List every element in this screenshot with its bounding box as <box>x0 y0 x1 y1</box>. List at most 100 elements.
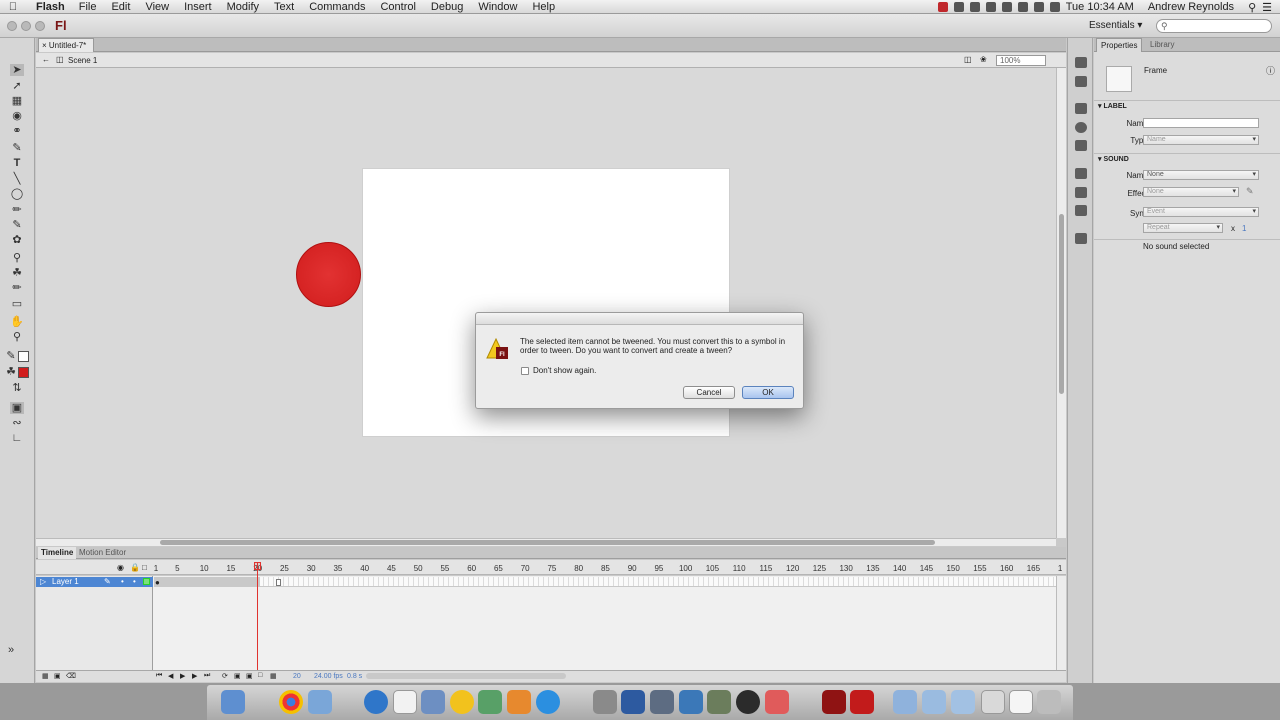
help-search-input[interactable]: ⚲ <box>1156 19 1272 33</box>
frame-number[interactable]: 110 <box>733 564 746 573</box>
fill-color-icon[interactable]: ☘ <box>6 366 16 378</box>
frame-number[interactable]: 5 <box>175 564 179 573</box>
onion-outline-icon[interactable]: □ <box>258 672 262 679</box>
play-icon[interactable]: ▶ <box>180 672 185 680</box>
repeat-select[interactable]: Repeat <box>1143 223 1223 233</box>
align-panel-icon[interactable] <box>1075 103 1087 114</box>
stroke-color-icon[interactable]: ✎ <box>6 350 16 362</box>
frame-number[interactable]: 90 <box>628 564 637 573</box>
documents-folder-dock-icon[interactable] <box>922 690 946 714</box>
tab-properties[interactable]: Properties <box>1096 38 1143 52</box>
spotlight-icon[interactable]: ⚲ <box>1248 1 1256 14</box>
flash-pro-dock-icon[interactable] <box>822 690 846 714</box>
dont-show-again-checkbox[interactable] <box>521 366 529 375</box>
menu-text[interactable]: Text <box>274 1 294 13</box>
menu-edit[interactable]: Edit <box>111 1 130 13</box>
transform-panel-icon[interactable] <box>1075 140 1087 151</box>
menu-file[interactable]: File <box>79 1 97 13</box>
frame-number[interactable]: 135 <box>866 564 879 573</box>
document-stack-dock-icon[interactable] <box>1009 690 1033 714</box>
label-type-select[interactable]: Name <box>1143 135 1259 145</box>
dont-show-again-option[interactable]: Don't show again. <box>521 366 596 375</box>
lock-dot[interactable]: • <box>133 577 136 587</box>
frame-number[interactable]: 100 <box>679 564 692 573</box>
frame-number[interactable]: 40 <box>360 564 369 573</box>
brush-tool-icon[interactable]: ✎ <box>10 219 24 231</box>
smooth-icon[interactable]: ∾ <box>10 417 24 429</box>
keyframe-span[interactable] <box>154 577 260 587</box>
stage-vertical-scrollbar[interactable] <box>1056 68 1066 538</box>
sync-icon[interactable] <box>969 2 980 12</box>
window-zoom-icon[interactable] <box>35 21 45 31</box>
apple-menu-icon[interactable]:  <box>0 1 26 13</box>
oval-tool-icon[interactable]: ◯ <box>10 188 24 200</box>
scroll-thumb[interactable] <box>160 540 935 545</box>
ibooks-dock-icon[interactable] <box>507 690 531 714</box>
fill-color-swatch[interactable] <box>18 367 29 378</box>
layer-row[interactable]: ▷ Layer 1 ✎ • • <box>36 577 153 587</box>
history-panel-icon[interactable] <box>1075 233 1087 244</box>
volume-icon[interactable] <box>1033 2 1044 12</box>
window-minimize-icon[interactable] <box>21 21 31 31</box>
frame-number[interactable]: 70 <box>521 564 530 573</box>
stroke-color-swatch[interactable] <box>18 351 29 362</box>
menu-debug[interactable]: Debug <box>431 1 463 13</box>
show-hide-icon[interactable]: ◉ <box>117 563 124 572</box>
outline-color-swatch[interactable] <box>143 578 150 585</box>
trash-dock-icon[interactable] <box>1037 690 1061 714</box>
outline-icon[interactable]: □ <box>142 563 147 572</box>
frame-number[interactable]: 145 <box>920 564 933 573</box>
adium-dock-icon[interactable] <box>450 690 474 714</box>
visibility-dot[interactable]: • <box>121 577 124 587</box>
subselection-tool-icon[interactable]: ➚ <box>10 80 24 92</box>
end-frame-marker[interactable] <box>276 579 281 586</box>
delete-layer-icon[interactable]: ⌫ <box>66 672 76 680</box>
time-machine-icon[interactable] <box>1001 2 1012 12</box>
layer-name[interactable]: Layer 1 <box>52 577 79 586</box>
code-snippets-icon[interactable] <box>1075 168 1087 179</box>
workspace-switcher[interactable]: Essentials ▾ <box>1089 20 1142 31</box>
hand-tool-icon[interactable]: ✋ <box>10 316 24 328</box>
menu-help[interactable]: Help <box>532 1 555 13</box>
expand-panel-icon[interactable]: » <box>4 644 18 656</box>
sync-select[interactable]: Event <box>1143 207 1259 217</box>
frame-number[interactable]: 60 <box>467 564 476 573</box>
edit-scene-icon[interactable]: ◫ <box>964 55 972 64</box>
text-tool-icon[interactable]: T <box>10 157 24 169</box>
label-section-header[interactable]: ▾ LABEL <box>1098 102 1127 110</box>
eyedropper-tool-icon[interactable]: ✏ <box>10 282 24 294</box>
timeline-vertical-scrollbar[interactable] <box>1056 576 1066 670</box>
frame-number[interactable]: 115 <box>760 564 773 573</box>
menubar-clock[interactable]: Tue 10:34 AM <box>1066 1 1134 13</box>
calendar-dock-icon[interactable] <box>393 690 417 714</box>
applications-folder-dock-icon[interactable] <box>893 690 917 714</box>
menu-control[interactable]: Control <box>380 1 415 13</box>
tab-timeline[interactable]: Timeline <box>38 547 77 559</box>
onion-skin-icon[interactable]: ▣ <box>246 672 253 680</box>
zoom-tool-icon[interactable]: ⚲ <box>10 331 24 343</box>
loop-icon[interactable]: ⟳ <box>222 672 228 680</box>
straighten-icon[interactable]: ∟ <box>10 432 24 444</box>
center-frame-icon[interactable]: ▣ <box>234 672 241 680</box>
menu-view[interactable]: View <box>145 1 169 13</box>
menu-modify[interactable]: Modify <box>227 1 259 13</box>
menubar-user[interactable]: Andrew Reynolds <box>1148 1 1234 13</box>
menu-window[interactable]: Window <box>478 1 517 13</box>
line-tool-icon[interactable]: ╲ <box>10 173 24 185</box>
timeline-horizontal-scrollbar[interactable] <box>366 673 566 679</box>
menu-app-flash[interactable]: Flash <box>36 1 65 13</box>
info-panel-icon[interactable] <box>1075 122 1087 133</box>
utility-dock-icon[interactable] <box>650 690 674 714</box>
frames-row[interactable] <box>154 577 1056 587</box>
downloads-folder-dock-icon[interactable] <box>951 690 975 714</box>
swatches-panel-icon[interactable] <box>1075 76 1087 87</box>
frame-number[interactable]: 105 <box>706 564 719 573</box>
sound-name-select[interactable]: None <box>1143 170 1259 180</box>
dont-show-again-label[interactable]: Don't show again. <box>533 366 596 375</box>
frame-number[interactable]: 125 <box>813 564 826 573</box>
frame-number[interactable]: 130 <box>839 564 852 573</box>
frame-number[interactable]: 95 <box>654 564 663 573</box>
bone-tool-icon[interactable]: ⚲ <box>10 252 24 264</box>
color-panel-icon[interactable] <box>1075 57 1087 68</box>
back-arrow-icon[interactable]: ← <box>42 55 50 64</box>
